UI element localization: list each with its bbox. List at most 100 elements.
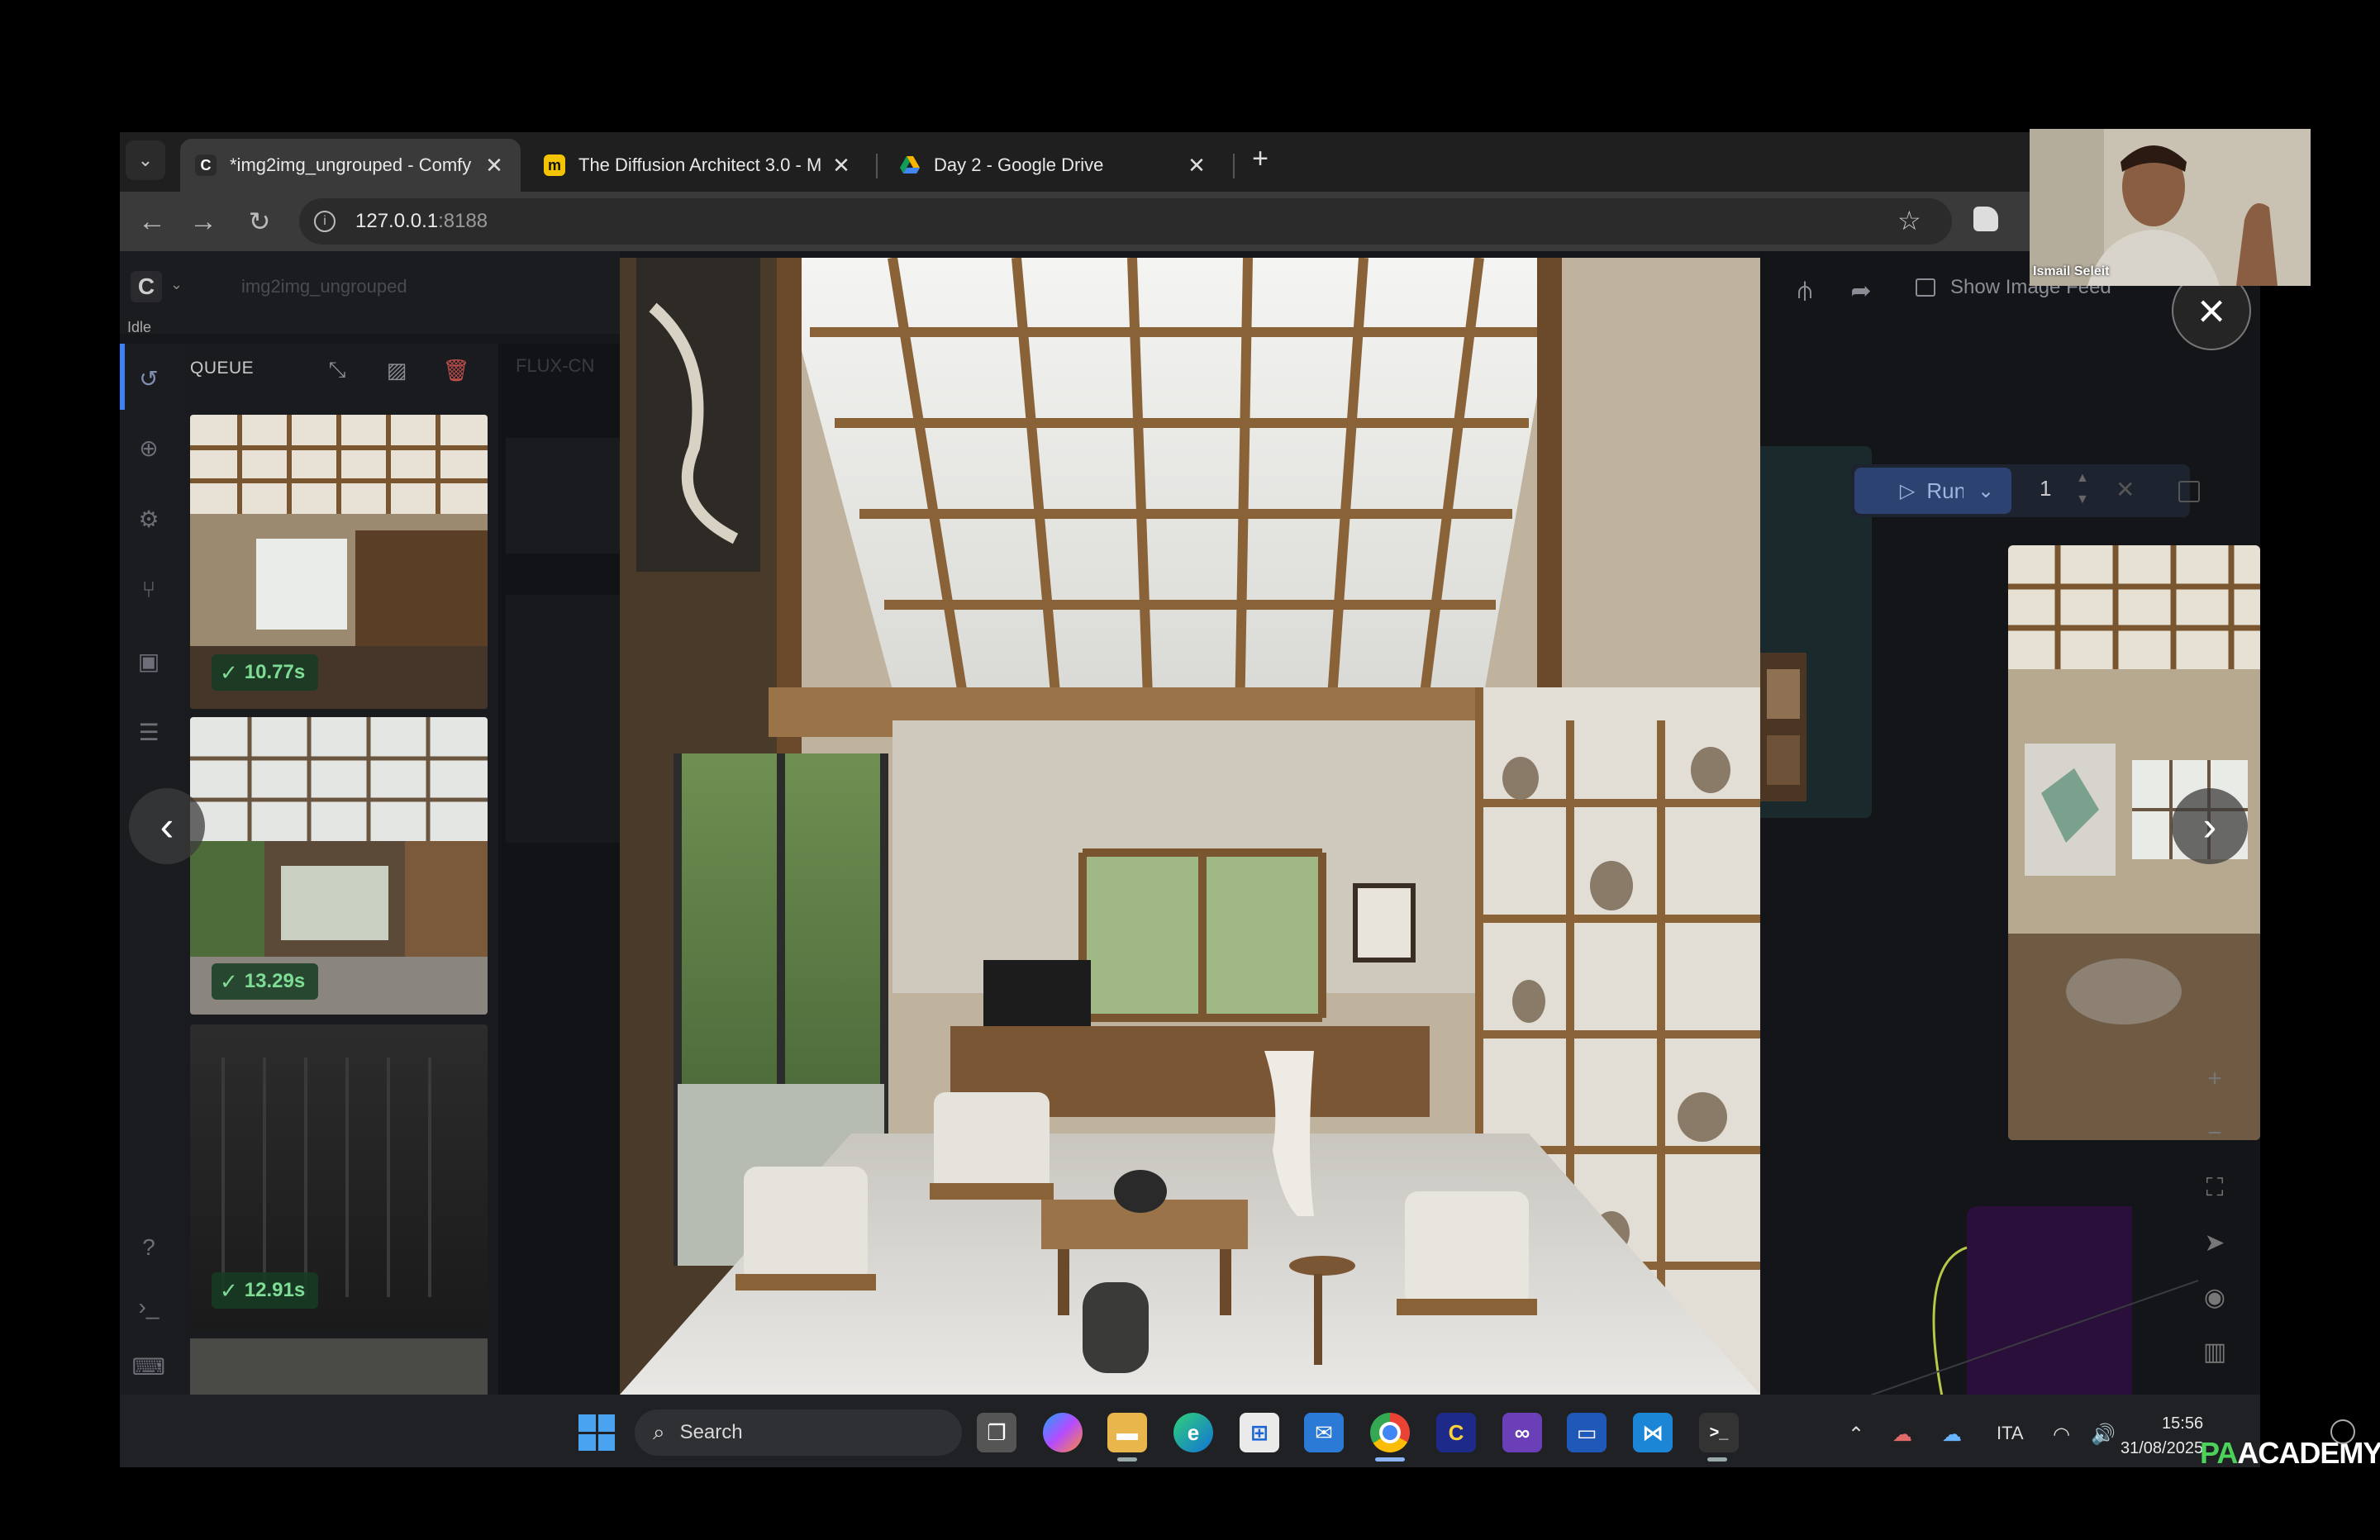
- canvas-node[interactable]: [506, 595, 620, 843]
- node-title: FLUX-CN: [516, 355, 595, 376]
- run-mode-dropdown[interactable]: ⌄: [1963, 468, 2008, 514]
- batch-stepper[interactable]: ▲ ▼: [2076, 468, 2089, 511]
- tab-search-button[interactable]: ⌄: [126, 140, 165, 180]
- tab-comfyui[interactable]: C *img2img_ungrouped - Comfy ✕: [180, 139, 521, 192]
- new-tab-button[interactable]: +: [1244, 142, 1277, 175]
- wifi-icon[interactable]: ◠: [2053, 1423, 2070, 1447]
- node-library-icon[interactable]: ⊕: [132, 431, 165, 464]
- play-icon: ▷: [1899, 479, 1916, 502]
- cloud-sync-icon[interactable]: ☁: [1892, 1423, 1912, 1447]
- app-window-icon[interactable]: ▭: [1567, 1413, 1606, 1452]
- check-icon: ✓: [220, 659, 238, 685]
- keyboard-icon[interactable]: ⌨: [132, 1350, 165, 1383]
- task-view-icon[interactable]: ❐: [977, 1413, 1016, 1452]
- drive-icon: [899, 154, 921, 176]
- share-icon[interactable]: ➦: [1843, 273, 1879, 309]
- language-indicator[interactable]: ITA: [1997, 1423, 2024, 1444]
- image-feed-icon: [1916, 278, 1935, 297]
- queue-title: QUEUE: [190, 359, 255, 378]
- workflow-name[interactable]: img2img_ungrouped: [241, 276, 407, 297]
- chevron-down-icon: ⌄: [137, 150, 154, 170]
- visual-studio-icon[interactable]: ∞: [1502, 1413, 1542, 1452]
- volume-icon[interactable]: 🔊: [2091, 1423, 2116, 1447]
- taskbar-search[interactable]: ⌕ Search: [635, 1409, 962, 1456]
- close-tab-icon[interactable]: ✕: [1185, 153, 1208, 178]
- check-icon: ✓: [220, 968, 238, 994]
- next-image-button[interactable]: ›: [2172, 788, 2248, 864]
- comfy-logo[interactable]: C: [131, 271, 162, 302]
- close-tab-icon[interactable]: ✕: [483, 153, 506, 178]
- tab-separator: [876, 154, 878, 178]
- select-mode-icon[interactable]: ➤: [2198, 1226, 2231, 1259]
- address-bar[interactable]: i 127.0.0.1:8188: [299, 198, 1952, 245]
- terminal-icon[interactable]: ›_: [132, 1290, 165, 1324]
- batch-count[interactable]: 1: [2040, 476, 2051, 501]
- bookmark-star-icon[interactable]: ☆: [1897, 205, 1921, 236]
- extensions-icon[interactable]: [1973, 207, 1998, 231]
- participant-name: Ismail Seleit: [2033, 264, 2110, 278]
- miro-icon: m: [544, 154, 565, 176]
- image-view-icon[interactable]: ▨: [380, 354, 413, 387]
- templates-icon[interactable]: ☰: [132, 715, 165, 749]
- previous-image-button[interactable]: ‹: [129, 788, 205, 864]
- stop-icon[interactable]: [2178, 481, 2200, 502]
- back-button[interactable]: ←: [132, 202, 172, 241]
- model-library-icon[interactable]: ⚙: [132, 502, 165, 535]
- canvas-node[interactable]: [506, 438, 620, 554]
- lightbox-image: [620, 257, 1760, 1395]
- minimap-icon[interactable]: ▥: [2198, 1335, 2231, 1368]
- chevron-right-icon: ›: [2202, 803, 2217, 849]
- visibility-icon[interactable]: ◉: [2198, 1281, 2231, 1314]
- watermark-logo: PAACADEMY: [2200, 1436, 2380, 1470]
- start-button[interactable]: [578, 1414, 615, 1451]
- caption-icon[interactable]: [2330, 1419, 2355, 1444]
- trash-icon[interactable]: 🗑: [440, 354, 473, 387]
- workflows-icon[interactable]: ⑂: [132, 573, 165, 606]
- queue-time-badge: ✓ 10.77s: [212, 654, 319, 691]
- outlook-icon[interactable]: ✉: [1304, 1413, 1344, 1452]
- chrome-icon[interactable]: [1370, 1413, 1410, 1452]
- comfy-icon: C: [195, 154, 217, 176]
- tab-title: *img2img_ungrouped - Comfy: [230, 154, 472, 175]
- vscode-icon[interactable]: ⋈: [1633, 1413, 1673, 1452]
- taskbar-clock[interactable]: 15:56 31/08/2025: [2121, 1411, 2203, 1461]
- help-icon[interactable]: ?: [132, 1231, 165, 1264]
- comfyui-app-icon[interactable]: C: [1436, 1413, 1476, 1452]
- tab-diffusion-architect[interactable]: m The Diffusion Architect 3.0 - M ✕: [529, 139, 868, 192]
- edge-icon[interactable]: e: [1173, 1413, 1213, 1452]
- onedrive-icon[interactable]: ☁: [1942, 1423, 1962, 1447]
- queue-thumbnail-4[interactable]: [190, 1338, 488, 1395]
- active-indicator: [120, 344, 125, 410]
- terminal-app-icon[interactable]: >_: [1699, 1413, 1739, 1452]
- queue-history-icon[interactable]: ↺: [132, 362, 165, 395]
- zoom-in-icon[interactable]: +: [2198, 1062, 2231, 1096]
- fit-view-icon[interactable]: ⛶: [2198, 1172, 2231, 1205]
- close-tab-icon[interactable]: ✕: [830, 153, 853, 178]
- queue-time-badge: ✓ 13.29s: [212, 963, 319, 1000]
- forward-button[interactable]: →: [183, 202, 223, 241]
- tab-title: Day 2 - Google Drive: [934, 154, 1104, 175]
- tab-google-drive[interactable]: Day 2 - Google Drive ✕: [884, 139, 1223, 192]
- chevron-down-icon[interactable]: ⌄: [170, 276, 183, 293]
- collapse-icon[interactable]: ⤡: [321, 354, 354, 387]
- canvas-node-preview: [1760, 653, 1806, 801]
- running-indicator: [1707, 1457, 1727, 1462]
- copilot-icon[interactable]: [1043, 1413, 1083, 1452]
- compare-icon[interactable]: ⫛: [1787, 273, 1823, 309]
- running-indicator: [1375, 1457, 1405, 1462]
- reload-button[interactable]: ↻: [240, 202, 279, 241]
- webcam-overlay: [2030, 129, 2311, 286]
- search-icon: ⌕: [653, 1419, 665, 1444]
- site-info-icon[interactable]: i: [314, 211, 336, 232]
- cancel-icon[interactable]: ✕: [2116, 476, 2135, 503]
- show-hidden-icons[interactable]: ⌃: [1848, 1423, 1864, 1447]
- file-explorer-icon[interactable]: ▬: [1107, 1413, 1147, 1452]
- zoom-out-icon[interactable]: −: [2198, 1117, 2231, 1150]
- images-icon[interactable]: ▣: [132, 644, 165, 677]
- store-icon[interactable]: ⊞: [1240, 1413, 1279, 1452]
- node-link: [1868, 1246, 2199, 1396]
- tab-separator: [1233, 154, 1235, 178]
- close-icon: ×: [2197, 283, 2225, 338]
- chevron-down-icon: ⌄: [1977, 479, 1995, 502]
- address-url: 127.0.0.1:8188: [355, 210, 488, 232]
